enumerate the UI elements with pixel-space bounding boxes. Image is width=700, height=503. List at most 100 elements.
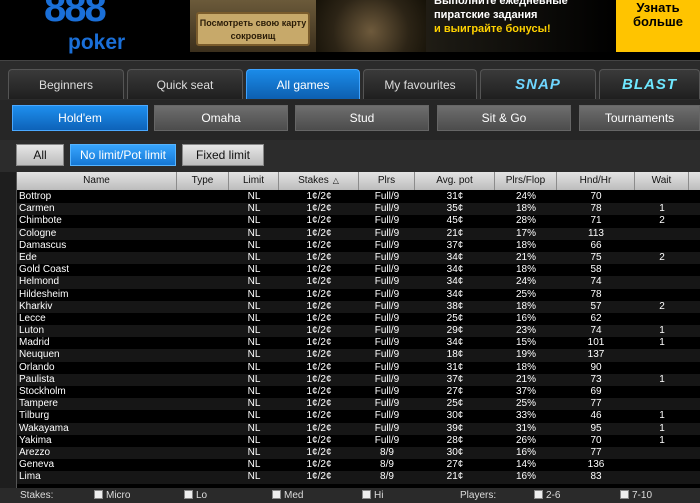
cell-players: Full/9 <box>374 386 400 397</box>
cell-stakes: 1¢/2¢ <box>306 239 332 251</box>
cell-avg-pot: 39¢ <box>446 422 464 434</box>
cell-plrs-flop: 28% <box>515 215 536 227</box>
table-row[interactable]: Yakima NL 1¢/2¢ Full/9 28¢ 26% 70 1 <box>17 434 700 447</box>
tab-blast[interactable]: BLAST <box>599 69 700 99</box>
tab-beginners[interactable]: Beginners <box>8 69 124 99</box>
cell-plrs-flop: 21% <box>515 251 536 263</box>
blast-logo: BLAST <box>622 76 677 93</box>
snap-logo: SNAP <box>515 76 561 93</box>
filter-fixed-limit-button[interactable]: Fixed limit <box>182 144 264 166</box>
table-row[interactable]: Arezzo NL 1¢/2¢ 8/9 30¢ 16% 77 <box>17 446 700 460</box>
pirate-missions-banner[interactable]: Выполните ежедневные пиратские задания и… <box>316 0 616 52</box>
cell-hands-hour: 136 <box>587 459 605 471</box>
table-row[interactable]: Wakayama NL 1¢/2¢ Full/9 39¢ 31% 95 1 <box>17 422 700 435</box>
col-avg-pot-header[interactable]: Avg. pot <box>415 172 495 190</box>
checkbox-icon <box>362 490 371 499</box>
col-limit-header[interactable]: Limit <box>229 172 279 190</box>
table-row[interactable]: Bottrop NL 1¢/2¢ Full/9 31¢ 24% 70 <box>17 191 700 204</box>
col-stakes-header[interactable]: Stakes △ <box>279 172 359 190</box>
col-type-header[interactable]: Type <box>177 172 229 190</box>
cell-type <box>177 398 229 410</box>
col-plrs-flop-header[interactable]: Plrs/Flop <box>495 172 557 190</box>
cell-hands-hour: 101 <box>587 337 605 349</box>
table-row[interactable]: Neuquen NL 1¢/2¢ Full/9 18¢ 19% 137 <box>17 349 700 362</box>
table-row[interactable]: Hildesheim NL 1¢/2¢ Full/9 34¢ 25% 78 <box>17 288 700 301</box>
players-7-10-checkbox[interactable]: 7-10 <box>620 489 652 503</box>
col-wait-header[interactable]: Wait <box>635 172 689 190</box>
cell-limit: NL <box>247 398 261 410</box>
filter-all-button[interactable]: All <box>16 144 64 166</box>
cell-type <box>177 240 229 252</box>
stakes-micro-checkbox[interactable]: Micro <box>94 489 130 503</box>
cell-players: Full/9 <box>374 264 400 276</box>
game-holdem-button[interactable]: Hold'em <box>12 105 148 131</box>
cell-avg-pot: 29¢ <box>446 325 464 337</box>
888poker-logo[interactable]: 888 poker <box>44 0 139 56</box>
cell-wait <box>635 362 689 374</box>
cell-stakes: 1¢/2¢ <box>306 422 332 434</box>
game-type-bar: Hold'em Omaha Stud Sit & Go Tournaments <box>0 100 700 140</box>
cell-stakes: 1¢/2¢ <box>306 446 332 458</box>
cell-type <box>177 374 229 386</box>
checkbox-icon <box>184 490 193 499</box>
stakes-filter-bar: Stakes: Micro Lo Med Hi Players: 2-6 7-1… <box>0 488 700 503</box>
game-omaha-button[interactable]: Omaha <box>154 105 288 131</box>
table-row[interactable]: Tilburg NL 1¢/2¢ Full/9 30¢ 33% 46 1 <box>17 410 700 423</box>
table-row[interactable]: Geneva NL 1¢/2¢ 8/9 27¢ 14% 136 <box>17 459 700 472</box>
cell-name: Orlando <box>19 361 55 373</box>
stakes-hi-checkbox[interactable]: Hi <box>362 489 383 503</box>
table-row[interactable]: Luton NL 1¢/2¢ Full/9 29¢ 23% 74 1 <box>17 325 700 338</box>
table-row[interactable]: Carmen NL 1¢/2¢ Full/9 35¢ 18% 78 1 <box>17 203 700 216</box>
cell-stakes: 1¢/2¢ <box>306 288 332 300</box>
table-row[interactable]: Kharkiv NL 1¢/2¢ Full/9 38¢ 18% 57 2 <box>17 300 700 313</box>
col-name-header[interactable]: Name <box>17 172 177 190</box>
table-row[interactable]: Stockholm NL 1¢/2¢ Full/9 27¢ 37% 69 <box>17 386 700 399</box>
treasure-map-banner[interactable]: Посмотреть свою карту сокровищ <box>190 0 316 52</box>
cell-hands-hour: 113 <box>588 227 604 239</box>
table-row[interactable]: Damascus NL 1¢/2¢ Full/9 37¢ 18% 66 <box>17 239 700 252</box>
players-2-6-checkbox[interactable]: 2-6 <box>534 489 560 503</box>
table-row[interactable]: Paulista NL 1¢/2¢ Full/9 37¢ 21% 73 1 <box>17 373 700 386</box>
learn-more-button[interactable]: Узнать больше <box>616 0 700 52</box>
cell-name: Luton <box>19 325 45 337</box>
stakes-hi-label: Hi <box>374 490 384 501</box>
tab-my-favourites[interactable]: My favourites <box>363 69 477 99</box>
col-hnd-hr-header[interactable]: Hnd/Hr <box>557 172 635 190</box>
filter-no-limit-button[interactable]: No limit/Pot limit <box>70 144 176 166</box>
cell-avg-pot: 34¢ <box>446 288 464 300</box>
game-tournaments-button[interactable]: Tournaments <box>579 105 700 131</box>
cell-stakes: 1¢/2¢ <box>306 264 332 276</box>
cell-limit: NL <box>247 264 261 276</box>
stakes-med-checkbox[interactable]: Med <box>272 489 303 503</box>
table-row[interactable]: Helmond NL 1¢/2¢ Full/9 34¢ 24% 74 <box>17 276 700 289</box>
game-sit-go-button[interactable]: Sit & Go <box>437 105 571 131</box>
game-stud-button[interactable]: Stud <box>295 105 429 131</box>
table-row[interactable]: Orlando NL 1¢/2¢ Full/9 31¢ 18% 90 <box>17 361 700 374</box>
cell-plrs-flop: 18% <box>515 264 536 276</box>
table-row[interactable]: Madrid NL 1¢/2¢ Full/9 34¢ 15% 101 1 <box>17 337 700 350</box>
cell-stakes: 1¢/2¢ <box>306 203 332 215</box>
cell-plrs-flop: 14% <box>515 459 536 471</box>
stakes-micro-label: Micro <box>106 490 131 501</box>
table-row[interactable]: Chimbote NL 1¢/2¢ Full/9 45¢ 28% 71 2 <box>17 215 700 228</box>
banner-promo-line1: Выполните ежедневные <box>434 0 568 7</box>
table-row[interactable]: Cologne NL 1¢/2¢ Full/9 21¢ 17% 113 <box>17 227 700 240</box>
cell-limit: NL <box>247 373 261 385</box>
table-row[interactable]: Lima NL 1¢/2¢ 8/9 21¢ 16% 83 <box>17 471 700 484</box>
cell-avg-pot: 27¢ <box>446 386 464 397</box>
cell-players: Full/9 <box>374 434 400 446</box>
cell-avg-pot: 28¢ <box>446 434 464 446</box>
table-row[interactable]: Lecce NL 1¢/2¢ Full/9 25¢ 16% 62 <box>17 312 700 326</box>
stakes-lo-checkbox[interactable]: Lo <box>184 489 207 503</box>
cell-avg-pot: 30¢ <box>446 446 464 458</box>
table-row[interactable]: Gold Coast NL 1¢/2¢ Full/9 34¢ 18% 58 <box>17 264 700 277</box>
cell-type <box>177 215 229 227</box>
tab-snap[interactable]: SNAP <box>480 69 596 99</box>
table-row[interactable]: Tampere NL 1¢/2¢ Full/9 25¢ 25% 77 <box>17 398 700 411</box>
tab-quick-seat[interactable]: Quick seat <box>127 69 243 99</box>
table-row[interactable]: Ede NL 1¢/2¢ Full/9 34¢ 21% 75 2 <box>17 251 700 265</box>
cell-avg-pot: 45¢ <box>446 215 464 227</box>
cell-stakes: 1¢/2¢ <box>306 276 332 288</box>
col-plrs-header[interactable]: Plrs <box>359 172 415 190</box>
tab-all-games[interactable]: All games <box>246 69 360 99</box>
